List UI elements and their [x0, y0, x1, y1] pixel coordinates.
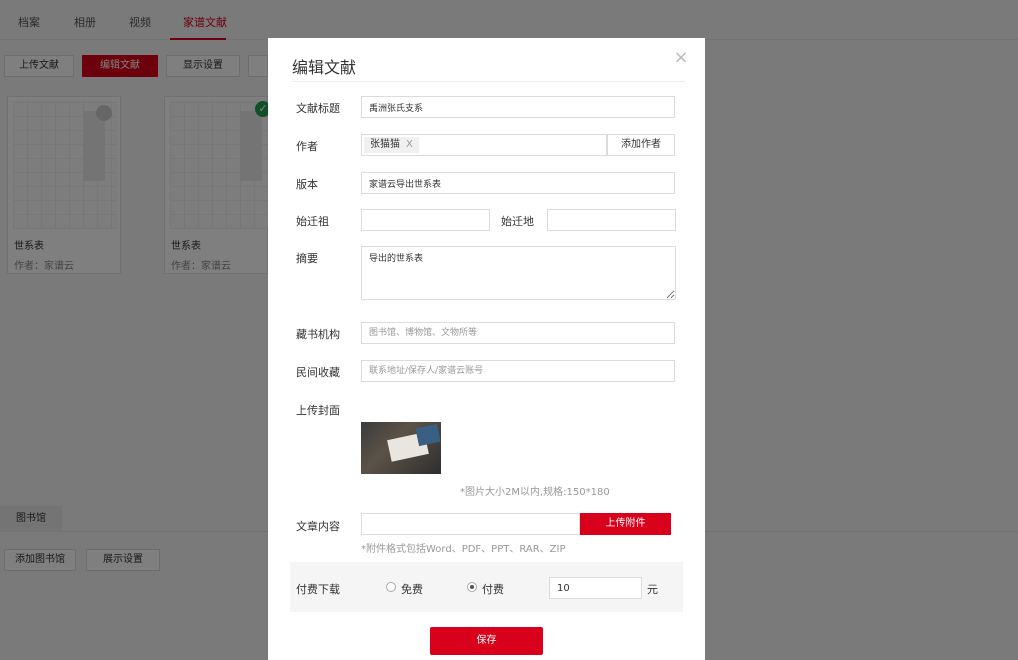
save-button[interactable]: 保存 [430, 627, 543, 655]
edition-label: 版本 [296, 178, 318, 191]
ancestor-input[interactable] [361, 209, 490, 231]
edit-document-dialog: 编辑文献 × 文献标题 作者 张猫猫 X 添加作者 版本 始迁祖 始迁地 摘要 导… [268, 38, 705, 660]
paid-radio[interactable] [467, 582, 477, 592]
upload-attachment-button[interactable]: 上传附件 [580, 513, 671, 535]
summary-textarea[interactable]: 导出的世系表 [361, 246, 676, 300]
title-divider [292, 81, 685, 82]
content-label: 文章内容 [296, 520, 340, 533]
author-tag-name: 张猫猫 [370, 139, 400, 150]
author-tag: 张猫猫 X [364, 137, 419, 153]
title-label: 文献标题 [296, 102, 340, 115]
private-collection-label: 民间收藏 [296, 366, 340, 379]
paid-download-label: 付费下载 [296, 583, 340, 596]
paid-download-row: 付费下载 免费 付费 元 [290, 562, 683, 612]
attachment-file-field[interactable] [361, 513, 580, 535]
summary-label: 摘要 [296, 252, 318, 265]
add-author-button[interactable]: 添加作者 [607, 134, 675, 156]
currency-unit: 元 [647, 583, 658, 596]
author-tag-input[interactable]: 张猫猫 X [361, 134, 607, 156]
document-title-input[interactable] [361, 96, 675, 118]
author-label: 作者 [296, 140, 318, 153]
ancestor-label: 始迁祖 [296, 215, 329, 228]
cover-size-hint: *图片大小2M以内,规格:150*180 [460, 487, 610, 498]
remove-author-icon[interactable]: X [406, 139, 413, 150]
attachment-format-hint: *附件格式包括Word、PDF、PPT、RAR、ZIP [361, 544, 566, 555]
origin-label: 始迁地 [501, 215, 534, 228]
cover-image[interactable] [361, 422, 441, 474]
private-collection-input[interactable] [361, 360, 675, 382]
institution-input[interactable] [361, 322, 675, 344]
dialog-title: 编辑文献 [292, 58, 357, 77]
close-icon[interactable]: × [671, 48, 691, 68]
cover-label: 上传封面 [296, 404, 340, 417]
origin-input[interactable] [547, 209, 676, 231]
paid-radio-label[interactable]: 付费 [482, 581, 504, 597]
institution-label: 藏书机构 [296, 328, 340, 341]
price-input[interactable] [549, 577, 642, 599]
free-radio-label[interactable]: 免费 [401, 581, 423, 597]
free-radio[interactable] [386, 582, 396, 592]
edition-input[interactable] [361, 172, 675, 194]
